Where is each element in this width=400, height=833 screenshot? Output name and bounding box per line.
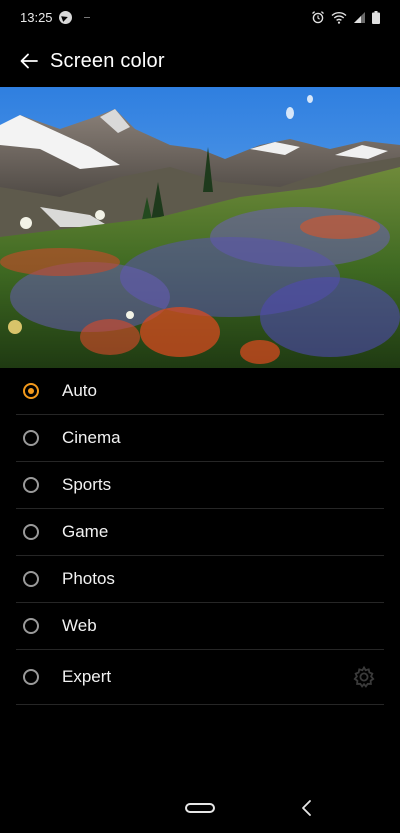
notification-dot-icon (83, 16, 90, 18)
alarm-icon (312, 11, 324, 24)
radio-icon[interactable] (23, 524, 39, 540)
preview-image (0, 87, 400, 368)
gear-icon (353, 665, 375, 688)
home-pill-icon[interactable] (185, 803, 215, 813)
back-chevron-icon[interactable] (298, 799, 316, 817)
radio-icon[interactable] (23, 669, 39, 685)
option-label: Sports (62, 475, 112, 494)
navigation-bar (0, 787, 400, 833)
back-button[interactable] (8, 40, 50, 82)
app-header: Screen color (0, 40, 400, 82)
telegram-icon (58, 10, 72, 24)
radio-icon[interactable] (23, 430, 39, 446)
radio-icon[interactable] (23, 477, 39, 493)
battery-icon (372, 10, 380, 24)
radio-icon[interactable] (23, 618, 39, 634)
option-cinema[interactable]: Cinema (16, 415, 384, 462)
radio-icon[interactable] (23, 571, 39, 587)
page-title: Screen color (50, 49, 165, 72)
signal-icon (354, 11, 365, 23)
option-auto[interactable]: Auto (16, 368, 384, 415)
wifi-icon (331, 11, 347, 24)
status-time: 13:25 (20, 9, 53, 25)
status-right (311, 10, 380, 24)
option-label: Auto (62, 381, 97, 400)
option-label: Web (62, 616, 97, 635)
option-sports[interactable]: Sports (16, 462, 384, 509)
meadow-illustration (0, 87, 400, 368)
option-label: Photos (62, 569, 115, 588)
option-label: Cinema (62, 428, 121, 447)
option-expert[interactable]: Expert (16, 650, 384, 705)
option-label: Game (62, 522, 109, 541)
arrow-left-icon (20, 53, 38, 69)
option-photos[interactable]: Photos (16, 556, 384, 603)
option-label: Expert (62, 667, 112, 686)
screen-color-options: Auto Cinema Sports Game Photos Web Exper… (16, 368, 384, 705)
status-left: 13:25 (20, 10, 90, 25)
expert-settings-button[interactable] (350, 663, 378, 691)
radio-selected-icon[interactable] (23, 383, 39, 399)
status-bar: 13:25 (0, 0, 400, 34)
option-game[interactable]: Game (16, 509, 384, 556)
option-web[interactable]: Web (16, 603, 384, 650)
